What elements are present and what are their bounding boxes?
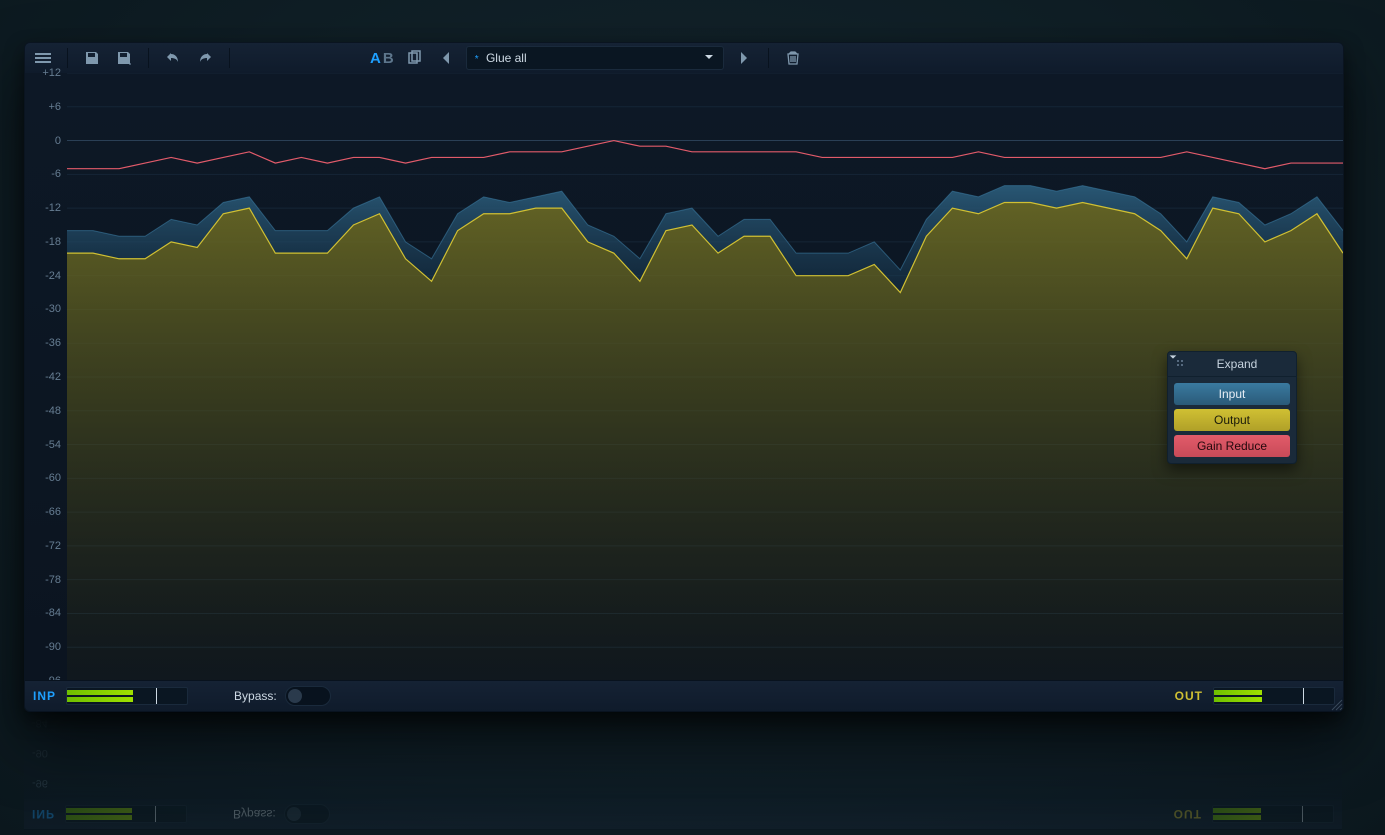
input-meter[interactable] (66, 687, 188, 705)
preset-name: Glue all (486, 51, 527, 65)
legend-body: Input Output Gain Reduce (1168, 377, 1296, 463)
legend-item-gain-reduce[interactable]: Gain Reduce (1174, 435, 1290, 457)
copy-icon[interactable] (402, 46, 426, 70)
compare-a-icon[interactable]: A (370, 50, 381, 67)
save-as-icon[interactable] (112, 46, 136, 70)
compare-b-icon[interactable]: B (383, 50, 394, 67)
save-icon[interactable] (80, 46, 104, 70)
output-meter[interactable] (1213, 687, 1335, 705)
window-reflection: INP Bypass: OUT -96 -90 -84 (24, 710, 1342, 830)
bottom-bar: INP Bypass: OUT (25, 680, 1343, 711)
legend-panel[interactable]: Expand Input Output Gain Reduce (1167, 351, 1297, 464)
separator (229, 48, 230, 68)
chevron-down-icon (703, 51, 715, 66)
output-label: OUT (1175, 689, 1203, 703)
ab-compare[interactable]: A B (370, 50, 394, 67)
next-preset-icon[interactable] (732, 46, 756, 70)
legend-item-output[interactable]: Output (1174, 409, 1290, 431)
bypass-label: Bypass: (234, 689, 277, 703)
legend-title: Expand (1186, 357, 1288, 371)
legend-item-input[interactable]: Input (1174, 383, 1290, 405)
bypass-control: Bypass: (234, 686, 331, 706)
separator (148, 48, 149, 68)
preset-dropdown[interactable]: * Glue all (466, 46, 724, 70)
undo-icon[interactable] (161, 46, 185, 70)
redo-icon[interactable] (193, 46, 217, 70)
bypass-toggle[interactable] (285, 686, 331, 706)
plugin-window: A B * Glue all (24, 42, 1344, 712)
waveform-chart[interactable]: +12+60-6-12-18-24-30-36-42-48-54-60-66-7… (25, 73, 1343, 681)
toolbar: A B * Glue all (25, 43, 1343, 74)
preset-modified-icon: * (475, 54, 479, 65)
trash-icon[interactable] (781, 46, 805, 70)
y-axis-labels: +12+60-6-12-18-24-30-36-42-48-54-60-66-7… (25, 73, 65, 681)
prev-preset-icon[interactable] (434, 46, 458, 70)
separator (67, 48, 68, 68)
legend-header[interactable]: Expand (1168, 352, 1296, 377)
input-label: INP (33, 689, 56, 703)
resize-grip-icon[interactable] (1329, 697, 1343, 711)
separator (768, 48, 769, 68)
